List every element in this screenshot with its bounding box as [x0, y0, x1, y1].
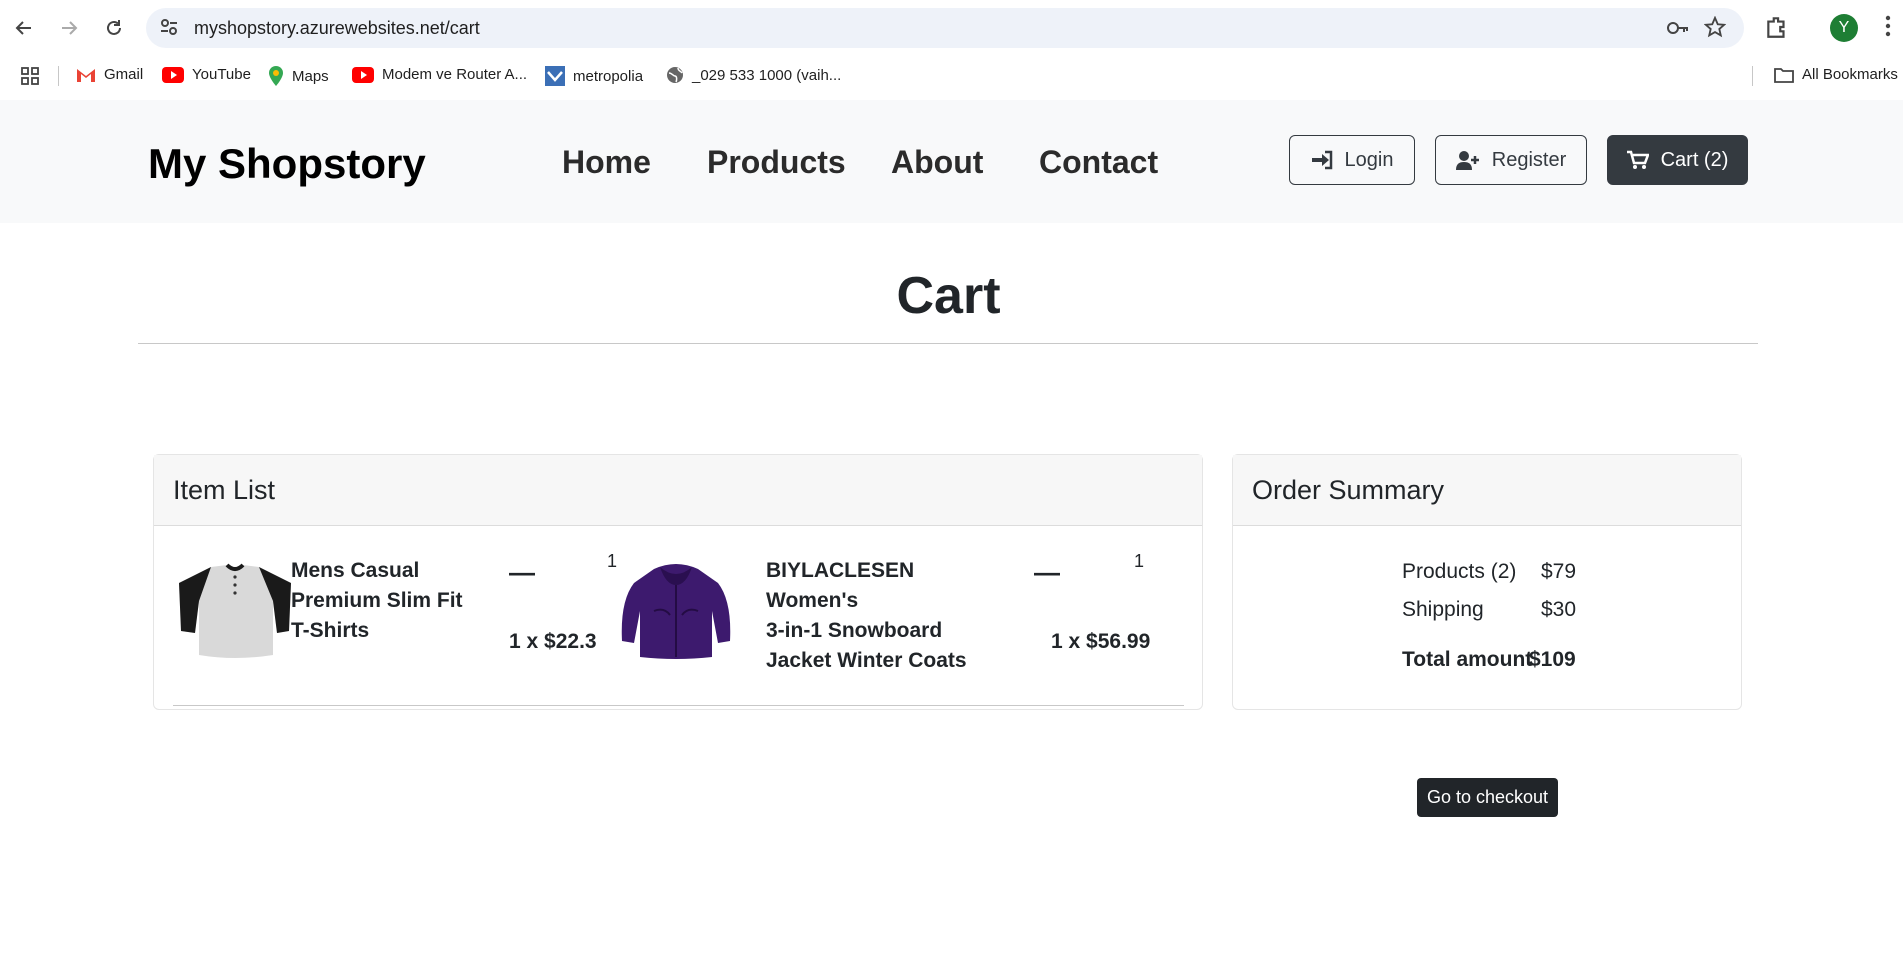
checkout-button[interactable]: Go to checkout [1417, 778, 1558, 817]
nav-home[interactable]: Home [562, 144, 651, 181]
page-title: Cart [896, 267, 1001, 325]
bookmark-label: Maps [292, 67, 329, 85]
profile-avatar[interactable]: Y [1830, 14, 1858, 42]
item-price: 1 x $56.99 [1051, 630, 1151, 653]
reload-icon[interactable] [100, 14, 128, 42]
decrease-qty-button[interactable]: — [1034, 557, 1060, 588]
item-divider [173, 705, 1184, 706]
all-bookmarks-label: All Bookmarks [1802, 66, 1898, 83]
cart-button[interactable]: Cart (2) [1607, 135, 1748, 185]
cart-label: Cart (2) [1660, 148, 1729, 171]
register-label: Register [1491, 148, 1567, 171]
site-brand[interactable]: My Shopstory [148, 140, 426, 188]
password-key-icon[interactable] [1666, 17, 1690, 44]
item-list-heading: Item List [173, 475, 276, 505]
forward-icon[interactable] [55, 14, 83, 42]
sign-in-icon [1311, 150, 1332, 170]
back-icon[interactable] [10, 14, 38, 42]
quantity-value: 1 [1134, 551, 1145, 571]
tshirt-image [179, 563, 291, 658]
user-plus-icon [1455, 151, 1479, 170]
bookmark-label: Modem ve Router A... [382, 66, 528, 83]
maps-icon [269, 66, 283, 86]
address-bar[interactable]: myshopstory.azurewebsites.net/cart [146, 8, 1744, 48]
product-name[interactable]: Mens Casual Premium Slim Fit T-Shirts [291, 556, 471, 646]
youtube-icon [162, 66, 184, 83]
folder-icon [1774, 67, 1794, 83]
nav-contact[interactable]: Contact [1039, 144, 1158, 181]
shipping-label: Shipping [1402, 598, 1484, 621]
site-info-icon[interactable] [158, 16, 180, 43]
register-button[interactable]: Register [1435, 135, 1587, 185]
browser-toolbar: myshopstory.azurewebsites.net/cart Y [0, 0, 1903, 56]
products-count-label: Products (2) [1402, 560, 1517, 583]
menu-dots-icon[interactable] [1884, 14, 1892, 43]
bookmark-gmail[interactable]: Gmail [76, 66, 143, 83]
bookmark-label: YouTube [192, 66, 251, 83]
products-subtotal: $79 [1541, 560, 1577, 583]
total-amount-label: Total amount [1402, 648, 1533, 671]
login-button[interactable]: Login [1289, 135, 1415, 185]
youtube-icon [352, 66, 374, 83]
total-amount-value: $109 [1529, 648, 1576, 671]
bookmark-star-icon[interactable] [1703, 15, 1727, 43]
login-label: Login [1344, 148, 1394, 171]
gmail-icon [77, 68, 95, 82]
extensions-icon[interactable] [1764, 14, 1790, 45]
order-summary-header: Order Summary [1233, 455, 1741, 526]
bookmark-metropolia[interactable]: metropolia [545, 66, 643, 86]
nav-products[interactable]: Products [707, 144, 846, 181]
title-divider [138, 343, 1758, 344]
decrease-qty-button[interactable]: — [509, 557, 535, 588]
shipping-value: $30 [1541, 598, 1577, 621]
order-summary-heading: Order Summary [1252, 475, 1445, 505]
bookmark-separator [1752, 66, 1753, 86]
bookmarks-bar: Gmail YouTube Maps Modem ve Router A... … [0, 56, 1903, 96]
url-text[interactable]: myshopstory.azurewebsites.net/cart [194, 18, 480, 39]
nav-about[interactable]: About [891, 144, 983, 181]
jacket-image [621, 564, 731, 659]
bookmark-maps[interactable]: Maps [268, 66, 329, 86]
bookmark-youtube[interactable]: YouTube [162, 66, 251, 83]
bookmark-phone[interactable]: _029 533 1000 (vaih... [666, 66, 841, 84]
product-name[interactable]: BIYLACLESEN Women's 3-in-1 Snowboard Jac… [766, 556, 996, 676]
bookmark-label: metropolia [573, 67, 644, 85]
all-bookmarks[interactable]: All Bookmarks [1774, 66, 1898, 83]
bookmark-label: _029 533 1000 (vaih... [692, 66, 842, 84]
bookmark-modem[interactable]: Modem ve Router A... [352, 66, 527, 83]
item-price: 1 x $22.3 [509, 630, 597, 653]
bookmark-separator [58, 66, 59, 86]
bookmark-label: Gmail [104, 66, 144, 83]
globe-icon [667, 67, 683, 83]
site-navbar: My Shopstory Home Products About Contact… [0, 100, 1903, 223]
apps-grid-icon[interactable] [20, 66, 40, 86]
item-list-header: Item List [154, 455, 1202, 526]
cart-icon [1626, 150, 1649, 169]
item-list-card: Item List Mens Casual Premium Slim Fit T… [153, 454, 1203, 710]
metropolia-icon [545, 66, 565, 86]
